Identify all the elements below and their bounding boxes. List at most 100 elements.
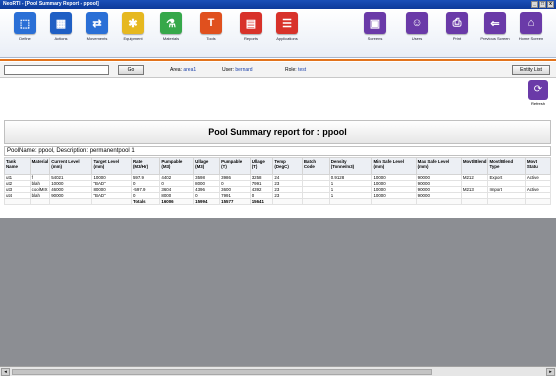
- toolbar-button-screens[interactable]: ▣ Screens: [359, 12, 391, 41]
- toolbar-button-label: Equipment: [123, 36, 143, 41]
- toolbar-divider: [0, 59, 556, 61]
- user-info: User: bernard: [222, 67, 253, 73]
- column-header[interactable]: Tank Name: [4, 157, 31, 175]
- refresh-label: Refresh: [530, 101, 545, 106]
- scrollbar-thumb[interactable]: [12, 369, 432, 375]
- scroll-left-button[interactable]: ◂: [1, 368, 10, 376]
- toolbar-button-actions[interactable]: ▦ Actions: [45, 12, 77, 41]
- horizontal-scrollbar[interactable]: ◂ ▸: [0, 366, 556, 376]
- window-titlebar: NeoRTI - [Pool Summary Report - ppool] _…: [0, 0, 556, 9]
- scroll-right-button[interactable]: ▸: [546, 368, 555, 376]
- totals-cell: [415, 198, 462, 205]
- column-header[interactable]: Pumpable (M3): [159, 157, 195, 175]
- toolbar-button-applications[interactable]: ☰ Applications: [271, 12, 303, 41]
- refresh-button[interactable]: ⟳ Refresh: [526, 80, 550, 106]
- minimize-button[interactable]: _: [531, 1, 538, 8]
- role-label: Role:: [285, 67, 297, 73]
- totals-cell: [524, 198, 552, 205]
- totals-cell: [460, 198, 489, 205]
- users-icon: ☺: [406, 12, 428, 34]
- user-value: bernard: [235, 67, 253, 73]
- empty-report-area: [0, 218, 556, 366]
- tools-icon: T: [200, 12, 222, 34]
- screens-icon: ▣: [364, 12, 386, 34]
- column-header[interactable]: Batch Code: [301, 157, 330, 175]
- toolbar-button-home-screen[interactable]: ⌂ Home Screen: [515, 12, 547, 41]
- column-header[interactable]: Ullage (M3): [193, 157, 221, 175]
- toolbar-button-users[interactable]: ☺ Users: [401, 12, 433, 41]
- materials-icon: ⚗: [160, 12, 182, 34]
- toolbar-button-label: Print: [452, 36, 462, 41]
- totals-cell: 15641: [249, 198, 274, 205]
- totals-cell: 16006: [159, 198, 195, 205]
- toolbar-button-label: Materials: [162, 36, 180, 41]
- toolbar-button-movements[interactable]: ⇄ Movements: [81, 12, 113, 41]
- refresh-icon: ⟳: [528, 80, 548, 100]
- entity-list-button[interactable]: Entity List: [512, 65, 550, 75]
- column-header[interactable]: Current Level (mm): [49, 157, 93, 175]
- toolbar-button-tools[interactable]: T Tools: [195, 12, 227, 41]
- user-label: User:: [222, 67, 234, 73]
- totals-cell: 15577: [219, 198, 251, 205]
- applications-icon: ☰: [276, 12, 298, 34]
- totals-cell: Totals: [130, 198, 161, 205]
- role-value: test: [298, 67, 307, 73]
- actions-icon: ▦: [50, 12, 72, 34]
- search-input[interactable]: [4, 65, 109, 75]
- home-screen-icon: ⌂: [520, 12, 542, 34]
- totals-cell: [49, 198, 93, 205]
- table-header-row: Tank Name Material Current Level (mm) Targe…: [4, 157, 552, 175]
- table-cell: coolMIX: [29, 186, 51, 193]
- toolbar-button-label: Home Screen: [518, 36, 544, 41]
- totals-cell: [4, 198, 31, 205]
- totals-cell: [371, 198, 417, 205]
- column-header[interactable]: Density (Tonne/m3): [328, 157, 373, 175]
- toolbar-button-print[interactable]: ⎙ Print: [441, 12, 473, 41]
- toolbar-button-label: Previous Screen: [480, 36, 510, 41]
- column-header[interactable]: Temp (DegC): [272, 157, 303, 175]
- column-header[interactable]: Movt/Blend Type: [487, 157, 526, 175]
- toolbar-button-label: Reports: [243, 36, 258, 41]
- toolbar-button-define[interactable]: ⬚ Define: [9, 12, 41, 41]
- totals-cell: [91, 198, 132, 205]
- totals-cell: [487, 198, 526, 205]
- column-header[interactable]: Movt Statu: [524, 157, 552, 175]
- reports-icon: ▤: [240, 12, 262, 34]
- info-bar: Go Area: area1 User: bernard Role: test …: [0, 62, 556, 78]
- movements-icon: ⇄: [86, 12, 108, 34]
- go-button[interactable]: Go: [118, 65, 144, 75]
- column-header[interactable]: Pumpable (T): [219, 157, 251, 175]
- main-toolbar: ⬚ Define ▦ Actions ⇄ Movements ✱ Equipment ⚗ Mate…: [0, 9, 556, 58]
- totals-row: Totals 16006 15994 15577 15641: [4, 198, 552, 205]
- maximize-button[interactable]: □: [539, 1, 546, 8]
- window-controls: _ □ x: [531, 1, 554, 8]
- totals-cell: 15994: [193, 198, 221, 205]
- column-header[interactable]: Max Safe Level (mm): [415, 157, 462, 175]
- column-header[interactable]: Material: [29, 157, 51, 175]
- pool-description: PoolName: ppool, Description: permanentp…: [4, 146, 551, 156]
- toolbar-button-reports[interactable]: ▤ Reports: [235, 12, 267, 41]
- column-header[interactable]: Movt/Blend: [460, 157, 489, 175]
- toolbar-button-equipment[interactable]: ✱ Equipment: [117, 12, 149, 41]
- toolbar-button-materials[interactable]: ⚗ Materials: [155, 12, 187, 41]
- totals-cell: [29, 198, 51, 205]
- column-header[interactable]: Rate (M3/Hr): [130, 157, 161, 175]
- column-header[interactable]: Min Safe Level (mm): [371, 157, 417, 175]
- totals-cell: [328, 198, 373, 205]
- toolbar-button-label: Actions: [54, 36, 68, 41]
- toolbar-button-label: Users: [411, 36, 423, 41]
- equipment-icon: ✱: [122, 12, 144, 34]
- totals-cell: [301, 198, 330, 205]
- column-header[interactable]: Target Level (mm): [91, 157, 132, 175]
- area-label: Area:: [170, 67, 182, 73]
- window-title: NeoRTI - [Pool Summary Report - ppool]: [3, 1, 99, 7]
- toolbar-button-label: Movements: [86, 36, 108, 41]
- column-header[interactable]: Ullage (T): [249, 157, 274, 175]
- report-title: Pool Summary report for : ppool: [4, 120, 551, 144]
- area-info: Area: area1: [170, 67, 196, 73]
- toolbar-button-previous-screen[interactable]: ⇐ Previous Screen: [479, 12, 511, 41]
- define-icon: ⬚: [14, 12, 36, 34]
- toolbar-button-label: Applications: [276, 36, 298, 41]
- close-button[interactable]: x: [547, 1, 554, 8]
- toolbar-button-label: Define: [19, 36, 31, 41]
